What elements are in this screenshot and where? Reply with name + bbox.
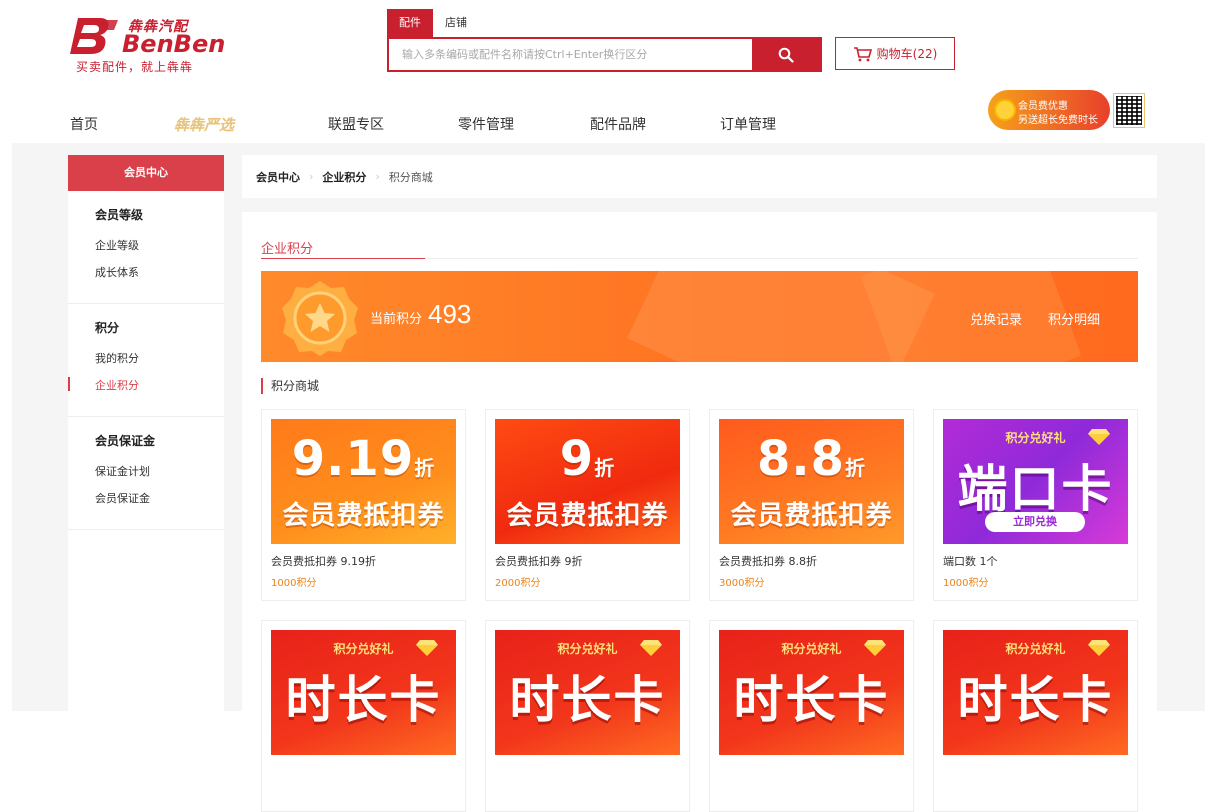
brand-logo[interactable]: 犇犇汽配 BenBen 买卖配件，就上犇犇 [70, 14, 230, 76]
product-image: 9.19折 会员费抵扣券 [271, 419, 456, 544]
sidebar-group-title: 会员等级 [95, 208, 144, 222]
diamond-icon [640, 640, 662, 656]
points-value: 493 [428, 299, 472, 329]
membership-promo-banner[interactable]: 会员费优惠 另送超长免费时长 [988, 84, 1153, 134]
chevron-right-icon: › [309, 170, 314, 183]
points-banner: 当前积分 493 兑换记录 积分明细 [261, 271, 1138, 362]
product-name: 会员费抵扣券 9折 [495, 555, 583, 568]
sidebar-group-points: 积分 我的积分 企业积分 [68, 304, 224, 417]
qr-code-icon [1114, 94, 1144, 127]
product-card[interactable]: 9.19折 会员费抵扣券 会员费抵扣券 9.19折 1000积分 [261, 409, 466, 601]
medal-icon [282, 281, 358, 356]
sidebar-group-title: 积分 [95, 321, 120, 335]
sidebar-header[interactable]: 会员中心 [68, 155, 224, 191]
sidebar-item-enterprise-level[interactable]: 企业等级 [95, 237, 224, 253]
sidebar-group-level: 会员等级 企业等级 成长体系 [68, 191, 224, 304]
brand-slogan: 买卖配件，就上犇犇 [76, 60, 194, 74]
nav-orders[interactable]: 订单管理 [720, 114, 776, 134]
product-image: 积分兑好礼 时长卡 [719, 630, 904, 755]
section-title-underline [261, 258, 425, 259]
product-image: 积分兑好礼 时长卡 [495, 630, 680, 755]
exchange-records-link[interactable]: 兑换记录 [970, 309, 1022, 328]
search-tabs: 配件 店铺 [387, 9, 479, 37]
product-card[interactable]: 积分兑好礼 时长卡 [485, 620, 690, 812]
product-points: 3000积分 [719, 578, 765, 589]
logo-mark-icon [70, 18, 118, 54]
product-image: 积分兑好礼 端口卡 立即兑换 [943, 419, 1128, 544]
sidebar-item-growth-system[interactable]: 成长体系 [95, 264, 224, 280]
product-image: 积分兑好礼 时长卡 [943, 630, 1128, 755]
sidebar-item-enterprise-points[interactable]: 企业积分 [68, 377, 224, 393]
diamond-icon [416, 640, 438, 656]
cart-button[interactable]: 购物车(22) [835, 37, 955, 70]
points-label: 当前积分 [370, 312, 423, 327]
promo-line-1: 会员费优惠 [1018, 101, 1068, 112]
breadcrumb: 会员中心 › 企业积分 › 积分商城 [242, 155, 1157, 198]
search-box [387, 37, 822, 72]
redeem-now-button[interactable]: 立即兑换 [985, 512, 1085, 532]
product-card[interactable]: 9折 会员费抵扣券 会员费抵扣券 9折 2000积分 [485, 409, 690, 601]
search-tab-parts[interactable]: 配件 [387, 9, 433, 37]
product-image: 8.8折 会员费抵扣券 [719, 419, 904, 544]
points-mall-title: 积分商城 [261, 378, 319, 394]
product-card[interactable]: 积分兑好礼 时长卡 [933, 620, 1138, 812]
sidebar-group-title: 会员保证金 [95, 434, 156, 448]
product-name: 端口数 1个 [943, 555, 998, 568]
breadcrumb-item-member-center[interactable]: 会员中心 [256, 169, 300, 185]
site-header: 犇犇汽配 BenBen 买卖配件，就上犇犇 配件 店铺 购物车(22) 首页 犇… [0, 0, 1205, 143]
search-tab-shops[interactable]: 店铺 [433, 9, 479, 37]
sidebar: 会员中心 会员等级 企业等级 成长体系 积分 我的积分 企业积分 会员保证金 保… [68, 155, 224, 711]
breadcrumb-item-points-mall: 积分商城 [388, 170, 433, 184]
content-panel: 企业积分 当前积分 493 兑换记录 积分明细 积分商城 9.19折 会员费抵扣… [242, 212, 1157, 812]
product-image: 积分兑好礼 时长卡 [271, 630, 456, 755]
sidebar-item-deposit-plan[interactable]: 保证金计划 [95, 463, 224, 479]
diamond-icon [1088, 640, 1110, 656]
nav-home[interactable]: 首页 [70, 114, 98, 134]
product-name: 会员费抵扣券 9.19折 [271, 555, 376, 568]
search-icon [778, 47, 794, 63]
product-card[interactable]: 积分兑好礼 时长卡 [261, 620, 466, 812]
diamond-icon [864, 640, 886, 656]
nav-alliance[interactable]: 联盟专区 [328, 114, 384, 134]
nav-yanxuan[interactable]: 犇犇严选 [174, 114, 234, 135]
chevron-right-icon: › [375, 170, 380, 183]
brand-name-en: BenBen [122, 30, 226, 58]
cart-label: 购物车(22) [876, 47, 938, 61]
coin-icon [994, 99, 1016, 121]
product-card[interactable]: 8.8折 会员费抵扣券 会员费抵扣券 8.8折 3000积分 [709, 409, 914, 601]
product-points: 2000积分 [495, 578, 541, 589]
product-name: 会员费抵扣券 8.8折 [719, 555, 817, 568]
promo-line-2: 另送超长免费时长 [1018, 115, 1098, 126]
product-image: 9折 会员费抵扣券 [495, 419, 680, 544]
breadcrumb-item-enterprise-points[interactable]: 企业积分 [322, 169, 366, 185]
product-points: 1000积分 [943, 578, 989, 589]
product-card[interactable]: 积分兑好礼 时长卡 [709, 620, 914, 812]
cart-icon [853, 46, 872, 61]
sidebar-item-my-points[interactable]: 我的积分 [95, 350, 224, 366]
product-card[interactable]: 积分兑好礼 端口卡 立即兑换 端口数 1个 1000积分 [933, 409, 1138, 601]
nav-parts-management[interactable]: 零件管理 [458, 114, 514, 134]
search-button[interactable] [752, 39, 820, 70]
diamond-icon [1088, 429, 1110, 445]
search-input[interactable] [389, 39, 754, 70]
sidebar-item-member-deposit[interactable]: 会员保证金 [95, 490, 224, 506]
product-points: 1000积分 [271, 578, 317, 589]
sidebar-group-deposit: 会员保证金 保证金计划 会员保证金 [68, 417, 224, 530]
points-details-link[interactable]: 积分明细 [1048, 309, 1100, 328]
section-title: 企业积分 [261, 242, 314, 257]
nav-parts-brand[interactable]: 配件品牌 [590, 114, 646, 134]
